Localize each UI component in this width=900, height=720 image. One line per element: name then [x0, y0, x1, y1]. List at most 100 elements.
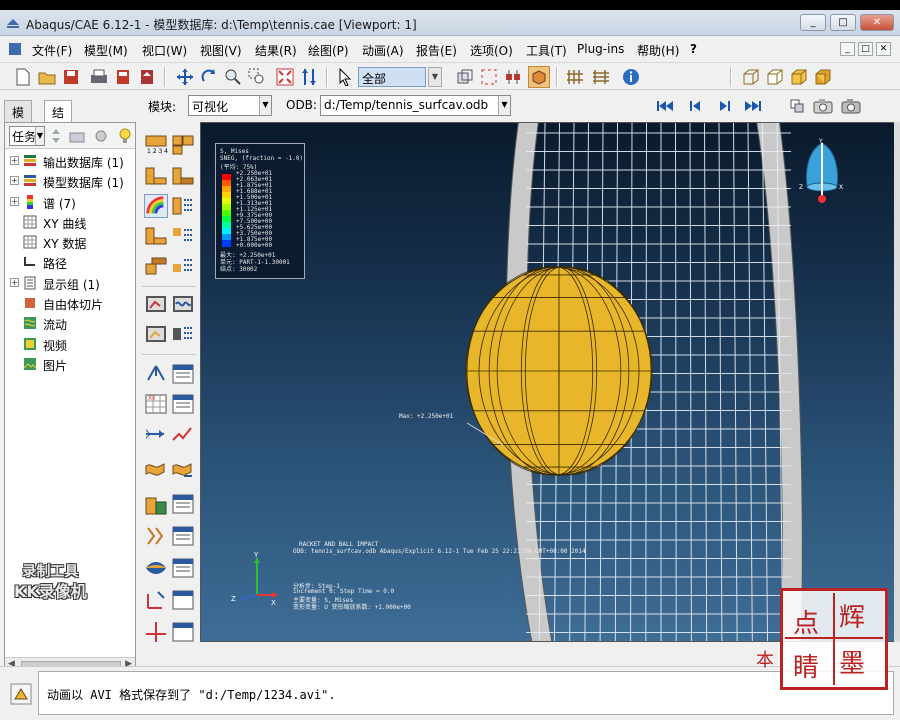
close-button[interactable]: ✕ [860, 14, 894, 31]
viewport-canvas[interactable]: S, Mises SNEG, (fraction = -1.0) (平均: 75… [200, 122, 896, 642]
print-pages-icon[interactable] [112, 66, 134, 88]
tree-item-image[interactable]: 图片 [5, 354, 135, 374]
surface-manager-icon[interactable] [171, 620, 195, 642]
tree-item-spectrum[interactable]: + 谱 (7) [5, 192, 135, 212]
menu-model[interactable]: 模型(M) [84, 42, 128, 59]
cycle-views-icon[interactable] [298, 66, 320, 88]
expand-icon[interactable]: + [10, 176, 19, 186]
menu-help[interactable]: 帮助(H) [637, 42, 679, 59]
plot-contours-icon[interactable] [144, 164, 168, 188]
last-frame-icon[interactable] [742, 95, 764, 117]
tree-item-display-group[interactable]: + 显示组 (1) [5, 273, 135, 293]
stream-options-icon[interactable] [171, 458, 195, 482]
selection-filter-dropdown-icon[interactable]: ▼ [428, 67, 442, 87]
animate-harmonic-icon[interactable] [171, 292, 195, 316]
animation-options-icon[interactable] [171, 322, 195, 346]
stream-plot-icon[interactable] [144, 458, 168, 482]
view-cut-manager-icon[interactable] [171, 492, 195, 516]
overlay-manager-icon[interactable] [171, 556, 195, 580]
expand-icon[interactable]: + [10, 156, 19, 165]
coordinate-system-icon[interactable] [144, 588, 168, 612]
display-group-create-icon[interactable] [144, 524, 168, 548]
expand-icon[interactable]: + [10, 196, 19, 206]
animate-time-history-icon[interactable] [144, 322, 168, 346]
expand-icon[interactable]: + [10, 277, 19, 287]
tree-item-free-body[interactable]: 自由体切片 [5, 293, 135, 313]
menu-plugins[interactable]: Plug-ins [577, 42, 624, 56]
mdi-close-button[interactable]: ✕ [876, 42, 891, 56]
query-icon[interactable] [502, 66, 524, 88]
tree-item-odb[interactable]: + 输出数据库 (1) [5, 151, 135, 171]
new-file-icon[interactable] [12, 66, 34, 88]
save-icon[interactable] [60, 66, 82, 88]
shaded-icon[interactable] [812, 66, 834, 88]
view-cube-icon[interactable]: Y Z X [797, 137, 847, 213]
contour-options-icon[interactable] [171, 194, 195, 218]
tab-results[interactable]: 结果 [44, 100, 73, 137]
menu-result[interactable]: 结果(R) [255, 42, 297, 59]
plot-symbols-icon[interactable] [144, 224, 168, 248]
render-style-icon[interactable] [528, 66, 550, 88]
print-icon[interactable] [88, 66, 110, 88]
camera-icon[interactable] [812, 95, 834, 117]
display-group-manager-icon[interactable] [171, 524, 195, 548]
menu-options[interactable]: 选项(O) [470, 42, 513, 59]
first-frame-icon[interactable] [654, 95, 676, 117]
overlay-plot-icon[interactable] [144, 556, 168, 580]
module-combo[interactable]: 可视化 ▼ [188, 95, 272, 116]
box-zoom-icon[interactable] [246, 66, 268, 88]
select-arrow-icon[interactable] [334, 66, 356, 88]
menu-view[interactable]: 视图(V) [200, 42, 242, 59]
next-frame-icon[interactable] [714, 95, 736, 117]
wireframe-icon[interactable] [740, 66, 762, 88]
create-xy-data-icon[interactable]: XY [144, 392, 168, 416]
plot-xy-icon[interactable] [171, 422, 195, 446]
menu-viewport[interactable]: 视口(W) [142, 42, 187, 59]
minimize-button[interactable]: _ [800, 14, 826, 31]
tree-settings-icon[interactable] [93, 128, 109, 144]
camera-settings-icon[interactable] [840, 95, 862, 117]
tree-item-xy-data[interactable]: XY 数据 [5, 232, 135, 252]
tree-item-movie[interactable]: 视频 [5, 334, 135, 354]
animate-scale-icon[interactable] [144, 292, 168, 316]
info-icon[interactable] [620, 66, 642, 88]
plot-contours-deformed-icon[interactable] [171, 164, 195, 188]
maximize-button[interactable]: □ [830, 14, 856, 31]
tree-item-model-db[interactable]: + 模型数据库 (1) [5, 171, 135, 191]
tree-item-path[interactable]: 路径 [5, 252, 135, 272]
filled-icon[interactable] [788, 66, 810, 88]
plot-deformed-icon[interactable] [171, 132, 195, 156]
lightbulb-icon[interactable] [117, 127, 133, 145]
plot-surfaces-icon[interactable] [144, 620, 168, 642]
xy-data-manager-icon[interactable] [171, 392, 195, 416]
previous-frame-icon[interactable] [684, 95, 706, 117]
menu-animate[interactable]: 动画(A) [362, 42, 404, 59]
drag-select-icon[interactable] [478, 66, 500, 88]
auto-fit-icon[interactable] [274, 66, 296, 88]
tab-model[interactable]: 模型 [4, 100, 33, 137]
tree-item-stream[interactable]: 流动 [5, 313, 135, 333]
contour-legend[interactable]: S, Mises SNEG, (fraction = -1.0) (平均: 75… [215, 143, 305, 279]
open-folder-icon[interactable] [36, 66, 58, 88]
symbol-options-icon[interactable] [171, 224, 195, 248]
move-up-down-icon[interactable] [49, 128, 63, 144]
selection-filter-combo[interactable]: 全部 [358, 67, 426, 87]
menu-file[interactable]: 文件(F) [32, 42, 72, 59]
menu-tools[interactable]: 工具(T) [526, 42, 567, 59]
menu-plot[interactable]: 绘图(P) [308, 42, 349, 59]
select-options-icon[interactable] [454, 66, 476, 88]
pan-icon[interactable] [174, 66, 196, 88]
orientation-options-icon[interactable] [171, 254, 195, 278]
hidden-lines-icon[interactable] [764, 66, 786, 88]
export-image-icon[interactable] [136, 66, 158, 88]
zoom-icon[interactable] [222, 66, 244, 88]
tree-item-xy-curve[interactable]: XY 曲线 [5, 212, 135, 232]
odb-combo[interactable]: d:/Temp/tennis_surfcav.odb ▼ [320, 95, 511, 116]
view-cut-icon[interactable] [144, 492, 168, 516]
free-body-cut-icon[interactable] [144, 362, 168, 386]
mdi-minimize-button[interactable]: _ [840, 42, 855, 56]
create-path-icon[interactable] [144, 422, 168, 446]
result-options-icon[interactable] [171, 362, 195, 386]
mesh-edges-icon[interactable] [564, 66, 586, 88]
rotate-icon[interactable] [198, 66, 220, 88]
